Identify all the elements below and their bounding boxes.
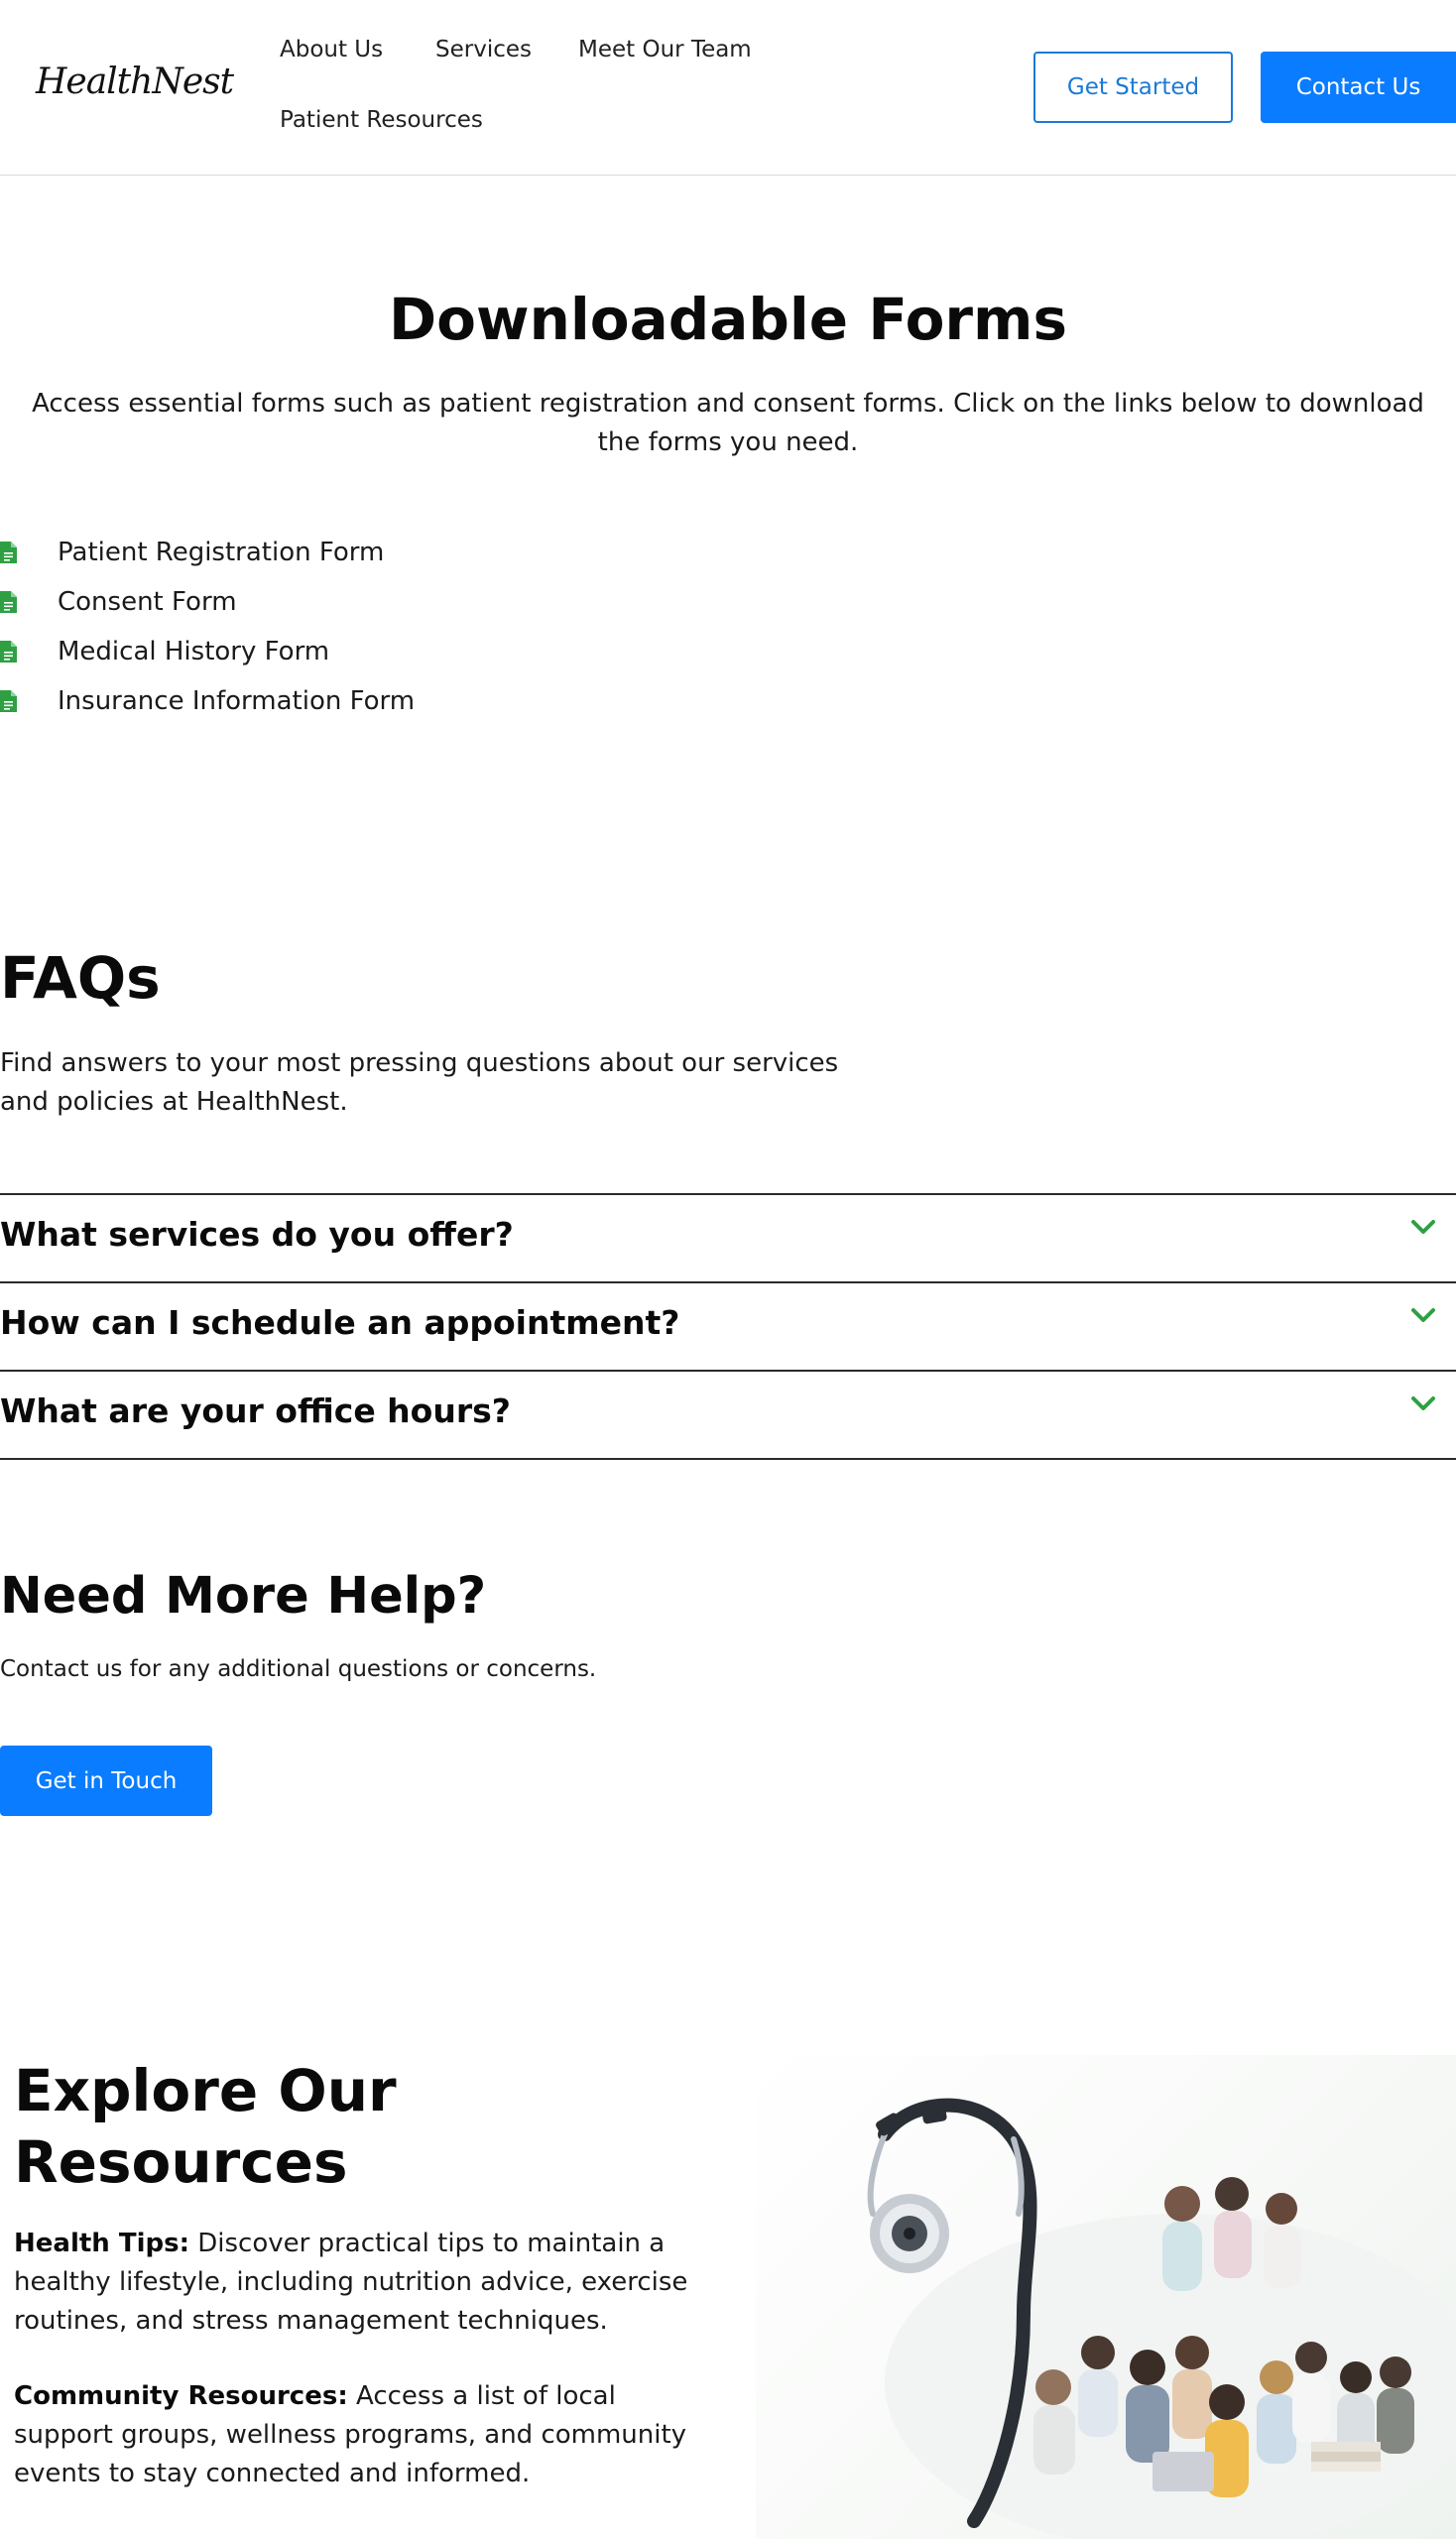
chevron-down-icon[interactable]: [1408, 1215, 1438, 1239]
form-link-label: Consent Form: [58, 587, 237, 617]
form-link-patient-registration[interactable]: Patient Registration Form: [0, 528, 415, 577]
help-title: Need More Help?: [0, 1567, 487, 1626]
contact-us-button[interactable]: Contact Us: [1261, 52, 1456, 123]
form-link-label: Medical History Form: [58, 637, 330, 666]
form-link-label: Insurance Information Form: [58, 686, 416, 716]
faq-item-office-hours[interactable]: What are your office hours?: [0, 1372, 1456, 1460]
chevron-down-icon[interactable]: [1408, 1303, 1438, 1327]
stethoscope-and-community-group-image: [756, 2055, 1456, 2539]
resources-illustration: [867, 2098, 1456, 2539]
form-link-insurance-information[interactable]: Insurance Information Form: [0, 676, 415, 726]
logo[interactable]: HealthNest: [36, 61, 234, 102]
chevron-down-icon[interactable]: [1408, 1391, 1438, 1415]
get-started-button[interactable]: Get Started: [1033, 52, 1233, 123]
resource-label: Health Tips:: [14, 2229, 189, 2258]
resource-health-tips: Health Tips: Discover practical tips to …: [14, 2225, 708, 2341]
faq-title: FAQs: [0, 944, 161, 1012]
faq-accordion: What services do you offer? How can I sc…: [0, 1193, 1456, 1460]
nav-patient-resources[interactable]: Patient Resources: [280, 107, 483, 133]
form-link-consent[interactable]: Consent Form: [0, 577, 415, 627]
nav-meet-our-team[interactable]: Meet Our Team: [578, 37, 752, 62]
faq-question: What are your office hours?: [0, 1391, 511, 1430]
get-in-touch-button[interactable]: Get in Touch: [0, 1746, 212, 1816]
file-icon: [0, 591, 17, 613]
form-link-medical-history[interactable]: Medical History Form: [0, 627, 415, 676]
form-link-label: Patient Registration Form: [58, 538, 385, 567]
file-icon: [0, 542, 17, 563]
forms-description: Access essential forms such as patient r…: [32, 389, 1424, 457]
resource-community: Community Resources: Access a list of lo…: [14, 2377, 708, 2493]
help-description: Contact us for any additional questions …: [0, 1656, 597, 1682]
faq-question: What services do you offer?: [0, 1215, 514, 1254]
nav-about-us[interactable]: About Us: [280, 37, 383, 62]
faq-item-services[interactable]: What services do you offer?: [0, 1195, 1456, 1283]
resource-label: Community Resources:: [14, 2381, 348, 2411]
faq-description: Find answers to your most pressing quest…: [0, 1048, 839, 1117]
nav-services[interactable]: Services: [435, 37, 532, 62]
file-icon: [0, 690, 17, 712]
file-icon: [0, 641, 17, 663]
faq-item-schedule[interactable]: How can I schedule an appointment?: [0, 1283, 1456, 1372]
forms-title: Downloadable Forms: [389, 286, 1067, 353]
resources-title: Explore Our Resources: [14, 2057, 397, 2196]
forms-list: Patient Registration Form Consent Form M…: [0, 528, 415, 726]
faq-question: How can I schedule an appointment?: [0, 1303, 680, 1342]
site-header: HealthNest About Us Services Meet Our Te…: [0, 0, 1456, 176]
